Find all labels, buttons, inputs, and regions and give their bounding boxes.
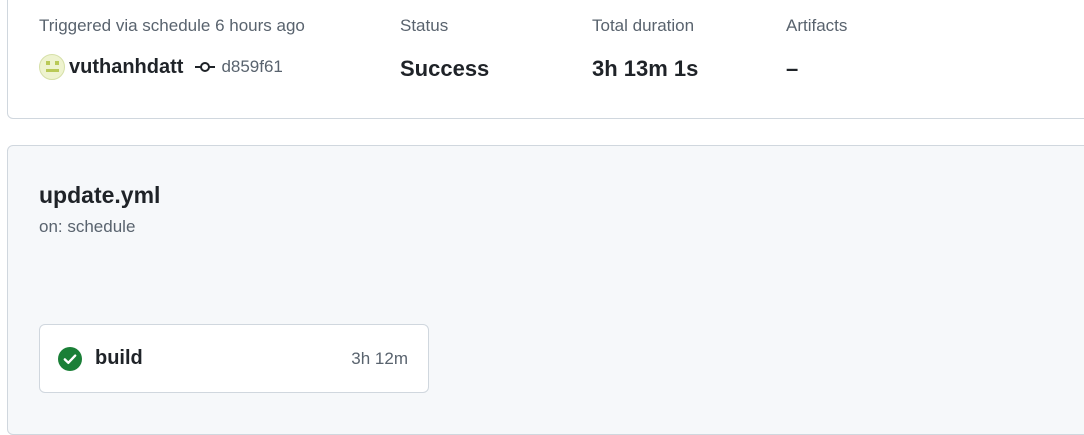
workflow-trigger: on: schedule <box>39 217 136 236</box>
git-commit-icon <box>195 60 216 74</box>
actor-row: vuthanhdatt d859f61 <box>39 54 283 80</box>
status-label: Status <box>400 16 449 35</box>
workflow-file-name: update.yml <box>39 182 161 208</box>
trigger-column: Triggered via schedule 6 hours ago vutha… <box>39 15 305 80</box>
commit-sha-link[interactable]: d859f61 <box>221 57 282 77</box>
job-duration: 3h 12m <box>351 348 408 368</box>
status-column: Status Success <box>400 15 489 81</box>
actor-link[interactable]: vuthanhdatt <box>69 56 183 79</box>
workflow-graph-panel: update.yml on: schedule build 3h 12m <box>7 145 1084 435</box>
duration-label: Total duration <box>592 16 695 35</box>
duration-column: Total duration 3h 13m 1s <box>592 15 698 81</box>
artifacts-column: Artifacts – <box>786 15 848 81</box>
artifacts-value: – <box>786 56 799 81</box>
job-name: build <box>95 347 143 369</box>
job-card-build[interactable]: build 3h 12m <box>39 324 429 393</box>
status-value: Success <box>400 56 490 81</box>
trigger-text: Triggered via schedule 6 hours ago <box>39 16 305 35</box>
check-circle-icon <box>58 346 82 371</box>
duration-value: 3h 13m 1s <box>592 56 699 81</box>
artifacts-label: Artifacts <box>786 16 848 35</box>
avatar[interactable] <box>39 54 65 80</box>
run-summary-card: Triggered via schedule 6 hours ago vutha… <box>7 0 1084 119</box>
